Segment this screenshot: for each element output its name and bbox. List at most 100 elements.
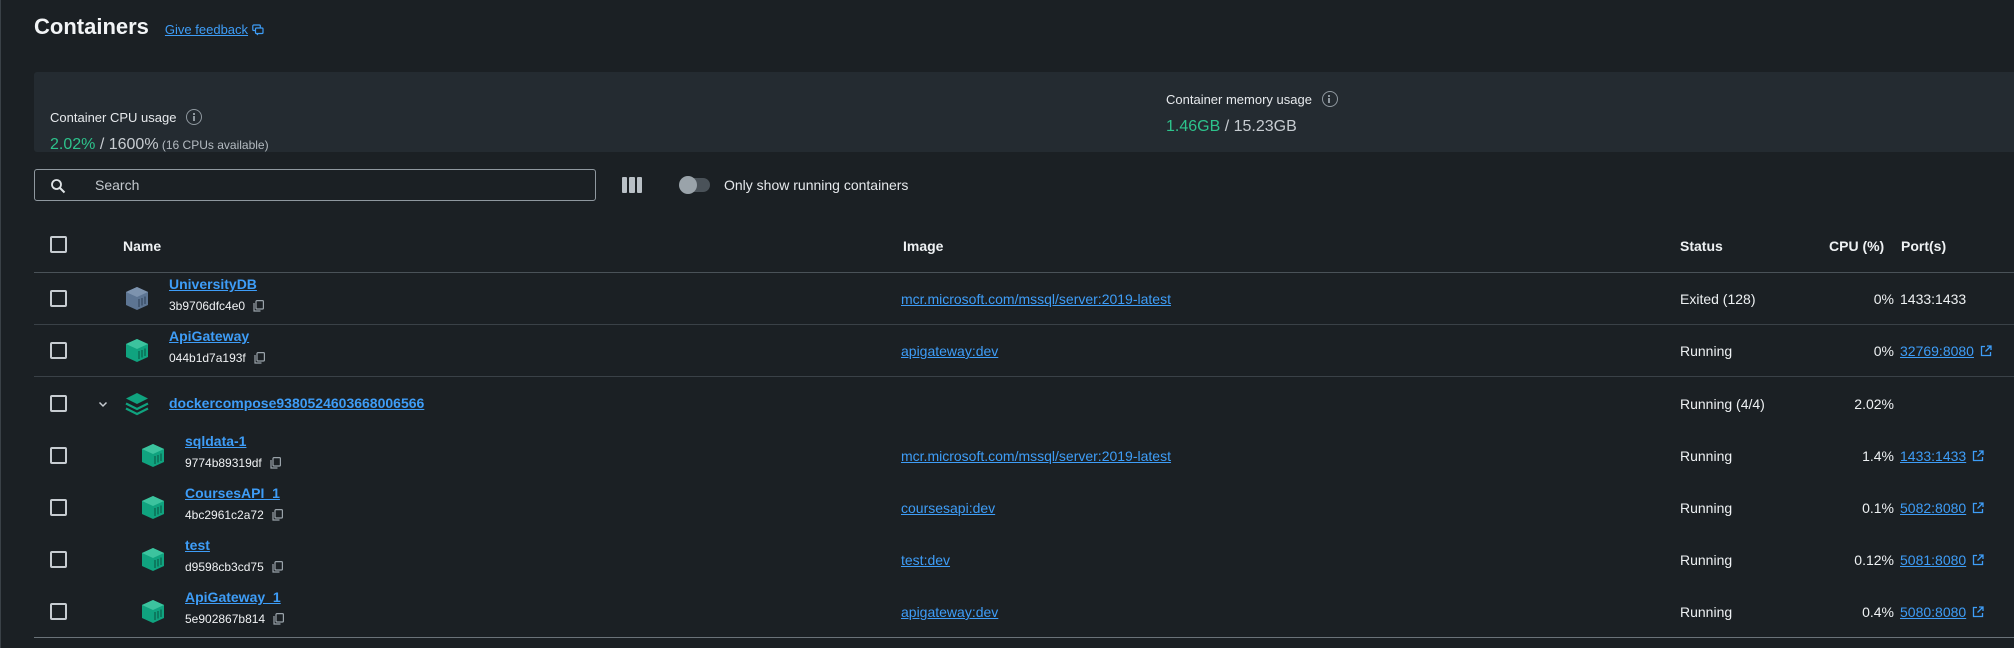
ports-link[interactable]: 5081:8080 (1900, 552, 1984, 568)
copy-icon[interactable] (272, 509, 283, 521)
cpu-used-value: 2.02% (50, 136, 96, 153)
chevron-down-icon[interactable] (96, 397, 110, 411)
container-icon (126, 339, 148, 362)
copy-icon[interactable] (254, 352, 265, 364)
select-all-checkbox[interactable] (50, 236, 67, 253)
table-row[interactable]: ApiGateway 044b1d7a193f apigateway:dev R… (34, 325, 2014, 377)
row-checkbox[interactable] (50, 395, 67, 412)
search-input[interactable] (95, 170, 575, 200)
ports-link[interactable]: 5082:8080 (1900, 500, 1984, 516)
container-id: 9774b89319df (185, 456, 281, 470)
image-link[interactable]: apigateway:dev (901, 343, 998, 359)
status-text: Running (1680, 552, 1733, 568)
window-left-border (0, 0, 1, 648)
row-checkbox[interactable] (50, 447, 67, 464)
running-only-label: Only show running containers (724, 177, 909, 193)
image-link[interactable]: apigateway:dev (901, 604, 998, 620)
column-header-cpu[interactable]: CPU (%) (1829, 220, 1884, 273)
copy-icon[interactable] (273, 613, 285, 625)
container-name-link[interactable]: sqldata-1 (185, 433, 246, 449)
external-link-icon (1973, 606, 1984, 618)
external-link-icon (1973, 554, 1984, 566)
cpu-available-note: (16 CPUs available) (158, 138, 269, 152)
container-id: 4bc2961c2a72 (185, 508, 283, 522)
column-header-ports[interactable]: Port(s) (1901, 220, 1946, 273)
cpu-value: 0.1% (1862, 500, 1894, 516)
external-link-icon (1980, 345, 1992, 357)
image-link[interactable]: mcr.microsoft.com/mssql/server:2019-late… (901, 448, 1171, 464)
ports-text: 1433:1433 (1900, 291, 1966, 307)
page-title: Containers (34, 14, 149, 39)
cpu-value: 2.02% (1854, 396, 1894, 412)
compose-group-row[interactable]: dockercompose9380524603668006566 Running… (34, 377, 2014, 430)
row-checkbox[interactable] (50, 603, 67, 620)
image-link[interactable]: test:dev (901, 552, 950, 568)
give-feedback-link[interactable]: Give feedback (165, 22, 264, 37)
info-icon[interactable] (1321, 91, 1338, 107)
copy-icon[interactable] (272, 561, 283, 573)
column-header-image[interactable]: Image (903, 220, 943, 273)
container-name-link[interactable]: CoursesAPI_1 (185, 485, 280, 501)
ports-value: 1433:1433 (1900, 291, 1967, 307)
search-box (34, 169, 596, 201)
ports-value: 1433:1433 (1900, 448, 1967, 464)
status-text: Running (1680, 343, 1733, 359)
image-link[interactable]: mcr.microsoft.com/mssql/server:2019-late… (901, 291, 1171, 307)
memory-usage-label: Container memory usage (1166, 91, 1312, 107)
copy-icon[interactable] (253, 300, 265, 312)
container-name-link[interactable]: test (185, 537, 210, 553)
ports-value: 5081:8080 (1900, 552, 1967, 568)
container-id-text: 9774b89319df (185, 456, 262, 470)
table-row[interactable]: test d9598cb3cd75 test:dev Running 0.12%… (34, 534, 2014, 586)
cpu-value: 0.4% (1862, 604, 1894, 620)
cpu-value: 0% (1873, 291, 1894, 307)
memory-usage-value: 1.46GB / 15.23GB (1166, 118, 1297, 136)
ports-link[interactable]: 5080:8080 (1900, 604, 1984, 620)
status-text: Running (1680, 448, 1733, 464)
container-id: 044b1d7a193f (169, 351, 265, 365)
ports-value: 5082:8080 (1900, 500, 1967, 516)
ports-value: 32769:8080 (1900, 343, 1974, 359)
table-row[interactable]: UniversityDB 3b9706dfc4e0 mcr.microsoft.… (34, 273, 2014, 325)
container-id-text: 044b1d7a193f (169, 351, 246, 365)
cpu-value: 0.12% (1854, 552, 1894, 568)
usage-stats-panel: Container CPU usage 2.02% / 1600% (16 CP… (34, 72, 2014, 153)
container-icon (142, 600, 164, 623)
container-icon (126, 287, 148, 310)
container-name-link[interactable]: ApiGateway_1 (185, 589, 281, 605)
table-row[interactable]: sqldata-1 9774b89319df mcr.microsoft.com… (34, 430, 2014, 482)
toggle-knob (679, 176, 697, 194)
column-header-name[interactable]: Name (123, 220, 161, 273)
memory-total-value: 15.23GB (1233, 118, 1297, 135)
external-link-icon (1973, 450, 1984, 462)
external-link-icon (1973, 502, 1984, 514)
row-checkbox[interactable] (50, 551, 67, 568)
container-id: 5e902867b814 (185, 612, 285, 626)
containers-table: Name Image Status CPU (%) Port(s) Univer… (34, 220, 2014, 638)
ports-link[interactable]: 1433:1433 (1900, 448, 1984, 464)
row-checkbox[interactable] (50, 342, 67, 359)
container-name-link[interactable]: ApiGateway (169, 328, 249, 344)
copy-icon[interactable] (270, 457, 281, 469)
cpu-total-value: 1600% (108, 136, 159, 153)
info-icon[interactable] (186, 109, 203, 125)
column-header-status[interactable]: Status (1680, 220, 1723, 273)
container-icon (142, 548, 164, 571)
row-checkbox[interactable] (50, 499, 67, 516)
row-checkbox[interactable] (50, 290, 67, 307)
container-id-text: 5e902867b814 (185, 612, 266, 626)
stack-icon (125, 393, 149, 416)
cpu-value: 0% (1873, 343, 1894, 359)
image-link[interactable]: coursesapi:dev (901, 500, 995, 516)
feedback-icon (252, 23, 264, 35)
columns-icon[interactable] (622, 177, 642, 193)
status-text: Running (1680, 500, 1733, 516)
table-row[interactable]: ApiGateway_1 5e902867b814 apigateway:dev… (34, 586, 2014, 638)
container-id: d9598cb3cd75 (185, 560, 283, 574)
table-row[interactable]: CoursesAPI_1 4bc2961c2a72 coursesapi:dev… (34, 482, 2014, 534)
ports-link[interactable]: 32769:8080 (1900, 343, 1992, 359)
container-name-link[interactable]: UniversityDB (169, 276, 257, 292)
running-only-toggle[interactable] (679, 176, 710, 194)
ports-value: 5080:8080 (1900, 604, 1967, 620)
compose-project-link[interactable]: dockercompose9380524603668006566 (169, 395, 424, 411)
